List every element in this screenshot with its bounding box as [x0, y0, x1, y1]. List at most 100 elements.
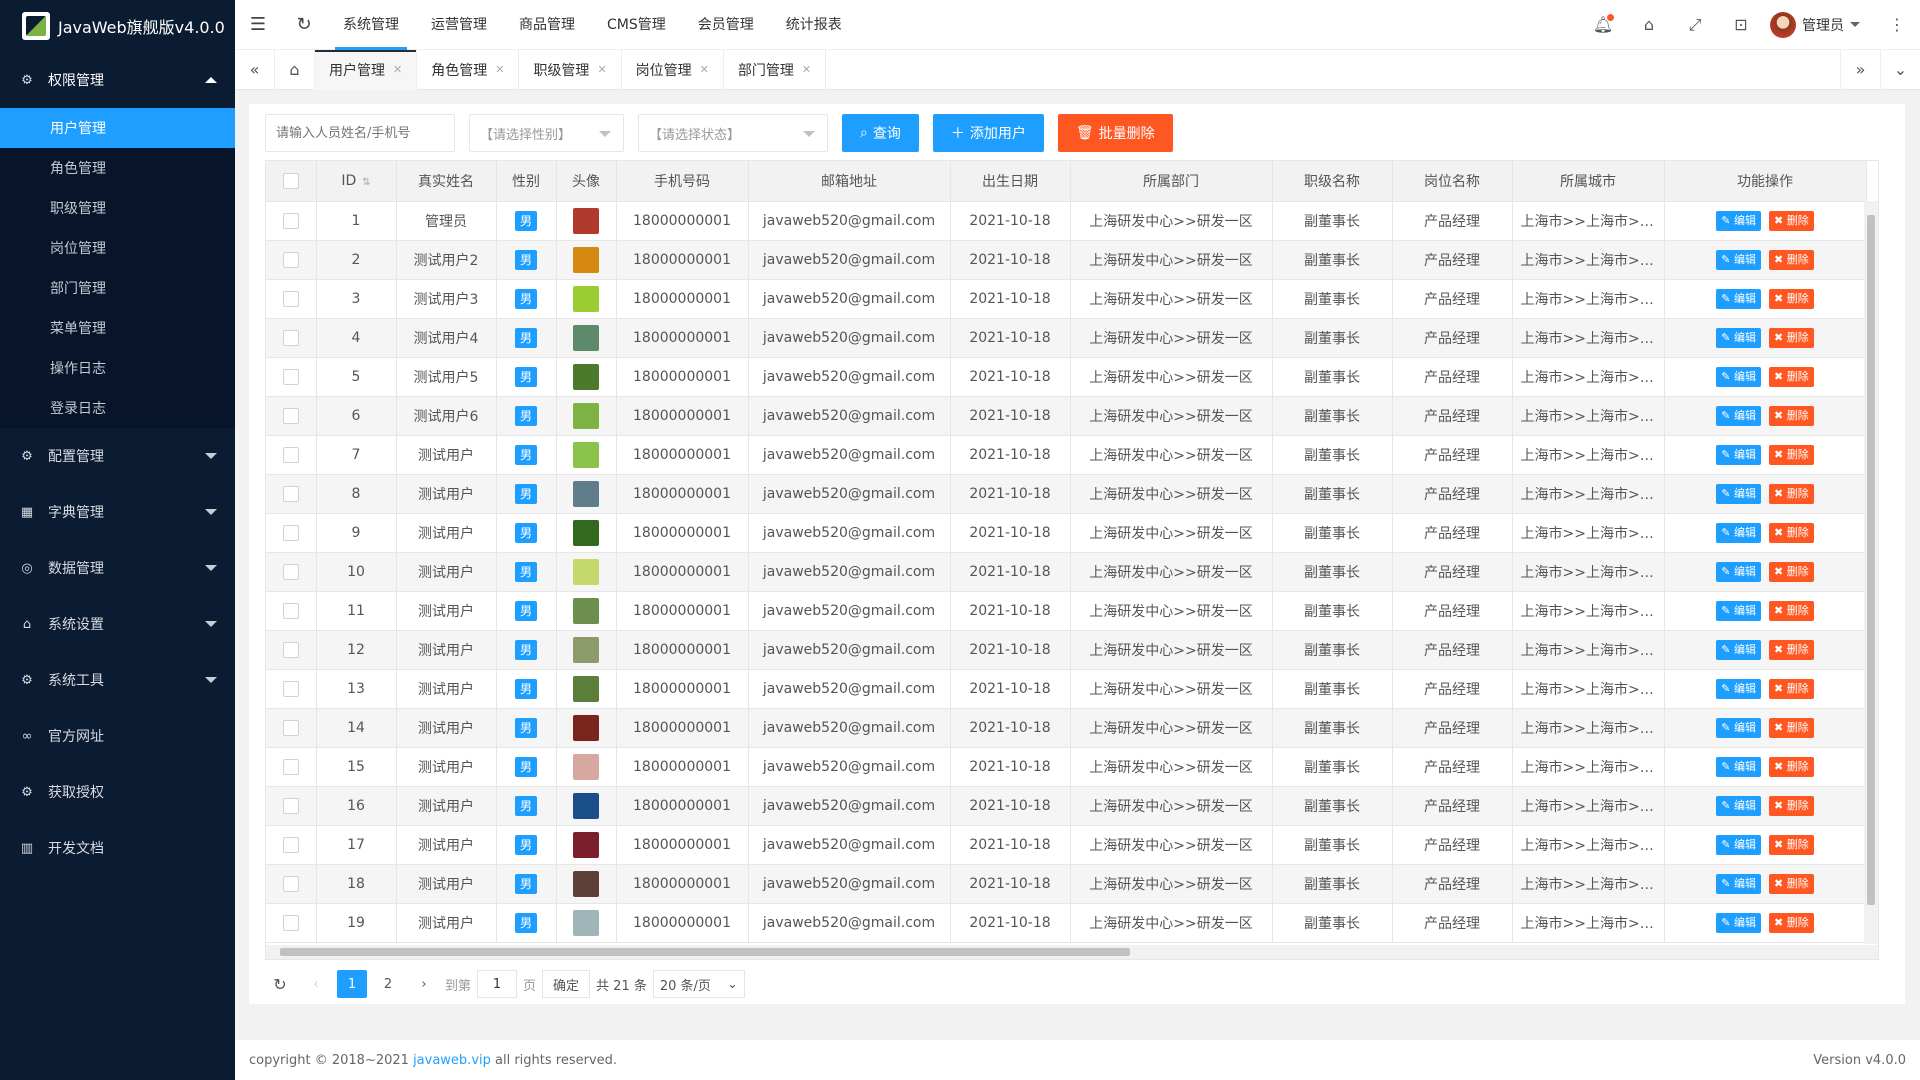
column-header-0[interactable]: ID ⇅ — [316, 161, 397, 202]
edit-button[interactable]: ✎ 编辑 — [1716, 834, 1761, 855]
user-avatar[interactable] — [573, 519, 599, 546]
row-checkbox[interactable] — [282, 875, 299, 892]
row-checkbox[interactable] — [282, 251, 299, 268]
lock-icon[interactable]: ⊡ — [1718, 0, 1764, 50]
tab-2[interactable]: 职级管理 ✕ — [519, 49, 622, 90]
tab-0[interactable]: 用户管理 ✕ — [315, 49, 418, 90]
user-avatar[interactable] — [573, 246, 599, 273]
delete-button[interactable]: ✖ 删除 — [1769, 795, 1814, 816]
user-avatar[interactable] — [573, 285, 599, 312]
delete-button[interactable]: ✖ 删除 — [1769, 639, 1814, 660]
tag-icon[interactable]: ⌂ — [1626, 0, 1672, 50]
user-avatar[interactable] — [573, 792, 599, 819]
user-avatar[interactable] — [573, 402, 599, 429]
row-checkbox[interactable] — [282, 719, 299, 736]
close-icon[interactable]: ✕ — [393, 63, 402, 76]
official-site-link[interactable]: javaweb.vip — [413, 1053, 491, 1068]
delete-button[interactable]: ✖ 删除 — [1769, 717, 1814, 738]
next-page-icon[interactable]: › — [409, 970, 439, 998]
menu-toggle-icon[interactable]: ☰ — [235, 0, 281, 50]
select-all-checkbox[interactable] — [282, 172, 299, 189]
sidebar-item-1[interactable]: 角色管理 — [0, 148, 235, 188]
edit-button[interactable]: ✎ 编辑 — [1716, 756, 1761, 777]
more-vertical-icon[interactable]: ⋮ — [1874, 0, 1920, 50]
edit-button[interactable]: ✎ 编辑 — [1716, 522, 1761, 543]
user-avatar[interactable] — [573, 753, 599, 780]
page-1-button[interactable]: 1 — [337, 970, 367, 998]
edit-button[interactable]: ✎ 编辑 — [1716, 483, 1761, 504]
row-checkbox[interactable] — [282, 602, 299, 619]
edit-button[interactable]: ✎ 编辑 — [1716, 444, 1761, 465]
sidebar-group-3[interactable]: ◎ 数据管理 — [0, 540, 235, 596]
sidebar-item-3[interactable]: 岗位管理 — [0, 228, 235, 268]
sidebar-group-2[interactable]: ▦ 字典管理 — [0, 484, 235, 540]
sidebar-item-6[interactable]: 操作日志 — [0, 348, 235, 388]
top-nav-item-0[interactable]: 系统管理 — [327, 0, 415, 50]
delete-button[interactable]: ✖ 删除 — [1769, 483, 1814, 504]
row-checkbox[interactable] — [282, 563, 299, 580]
edit-button[interactable]: ✎ 编辑 — [1716, 327, 1761, 348]
sidebar-group-4[interactable]: ⌂ 系统设置 — [0, 596, 235, 652]
delete-button[interactable]: ✖ 删除 — [1769, 678, 1814, 699]
query-button[interactable]: ⌕ 查询 — [842, 114, 919, 152]
search-input[interactable] — [265, 114, 455, 152]
top-nav-item-2[interactable]: 商品管理 — [503, 0, 591, 50]
delete-button[interactable]: ✖ 删除 — [1769, 834, 1814, 855]
sidebar-group-1[interactable]: ⚙ 配置管理 — [0, 428, 235, 484]
user-avatar[interactable] — [573, 207, 599, 234]
gender-select[interactable]: 【请选择性别】 — [469, 114, 624, 152]
tab-3[interactable]: 岗位管理 ✕ — [622, 49, 724, 90]
edit-button[interactable]: ✎ 编辑 — [1716, 600, 1761, 621]
delete-button[interactable]: ✖ 删除 — [1769, 522, 1814, 543]
user-avatar[interactable] — [573, 831, 599, 858]
row-checkbox[interactable] — [282, 329, 299, 346]
prev-page-icon[interactable]: ‹ — [301, 970, 331, 998]
goto-page-input[interactable] — [477, 970, 518, 998]
brand[interactable]: JavaWeb旗舰版v4.0.0 — [0, 0, 235, 52]
close-icon[interactable]: ✕ — [495, 63, 504, 76]
row-checkbox[interactable] — [282, 290, 299, 307]
edit-button[interactable]: ✎ 编辑 — [1716, 639, 1761, 660]
edit-button[interactable]: ✎ 编辑 — [1716, 561, 1761, 582]
edit-button[interactable]: ✎ 编辑 — [1716, 288, 1761, 309]
user-avatar[interactable] — [573, 636, 599, 663]
row-checkbox[interactable] — [282, 914, 299, 931]
delete-button[interactable]: ✖ 删除 — [1769, 912, 1814, 933]
row-checkbox[interactable] — [282, 212, 299, 229]
edit-button[interactable]: ✎ 编辑 — [1716, 717, 1761, 738]
user-avatar[interactable] — [573, 675, 599, 702]
edit-button[interactable]: ✎ 编辑 — [1716, 405, 1761, 426]
sidebar-group-6[interactable]: ∞ 官方网址 — [0, 708, 235, 764]
tab-4[interactable]: 部门管理 ✕ — [724, 49, 827, 90]
edit-button[interactable]: ✎ 编辑 — [1716, 210, 1761, 231]
add-user-button[interactable]: ＋添加用户 — [932, 114, 1044, 152]
top-nav-item-3[interactable]: CMS管理 — [591, 0, 682, 50]
horizontal-scrollbar[interactable] — [266, 945, 1878, 959]
sidebar-item-4[interactable]: 部门管理 — [0, 268, 235, 308]
edit-button[interactable]: ✎ 编辑 — [1716, 873, 1761, 894]
bell-icon[interactable]: 🔔︎ — [1580, 0, 1626, 50]
sidebar-group-5[interactable]: ⚙ 系统工具 — [0, 652, 235, 708]
status-select[interactable]: 【请选择状态】 — [638, 114, 828, 152]
user-avatar[interactable] — [573, 324, 599, 351]
user-avatar[interactable] — [573, 480, 599, 507]
close-icon[interactable]: ✕ — [802, 63, 811, 76]
sidebar-group-7[interactable]: ⚙ 获取授权 — [0, 764, 235, 820]
delete-button[interactable]: ✖ 删除 — [1769, 873, 1814, 894]
delete-button[interactable]: ✖ 删除 — [1769, 288, 1814, 309]
edit-button[interactable]: ✎ 编辑 — [1716, 366, 1761, 387]
user-avatar[interactable] — [573, 558, 599, 585]
row-checkbox[interactable] — [282, 797, 299, 814]
row-checkbox[interactable] — [282, 485, 299, 502]
edit-button[interactable]: ✎ 编辑 — [1716, 795, 1761, 816]
row-checkbox[interactable] — [282, 446, 299, 463]
user-avatar[interactable] — [573, 714, 599, 741]
sidebar-item-0[interactable]: 用户管理 — [0, 108, 235, 148]
user-avatar[interactable] — [573, 363, 599, 390]
goto-confirm-button[interactable]: 确定 — [542, 970, 591, 998]
sidebar-item-5[interactable]: 菜单管理 — [0, 308, 235, 348]
page-2-button[interactable]: 2 — [373, 970, 403, 998]
sidebar-item-7[interactable]: 登录日志 — [0, 388, 235, 428]
tabs-dropdown-icon[interactable]: ⌄ — [1880, 49, 1920, 90]
delete-button[interactable]: ✖ 删除 — [1769, 561, 1814, 582]
